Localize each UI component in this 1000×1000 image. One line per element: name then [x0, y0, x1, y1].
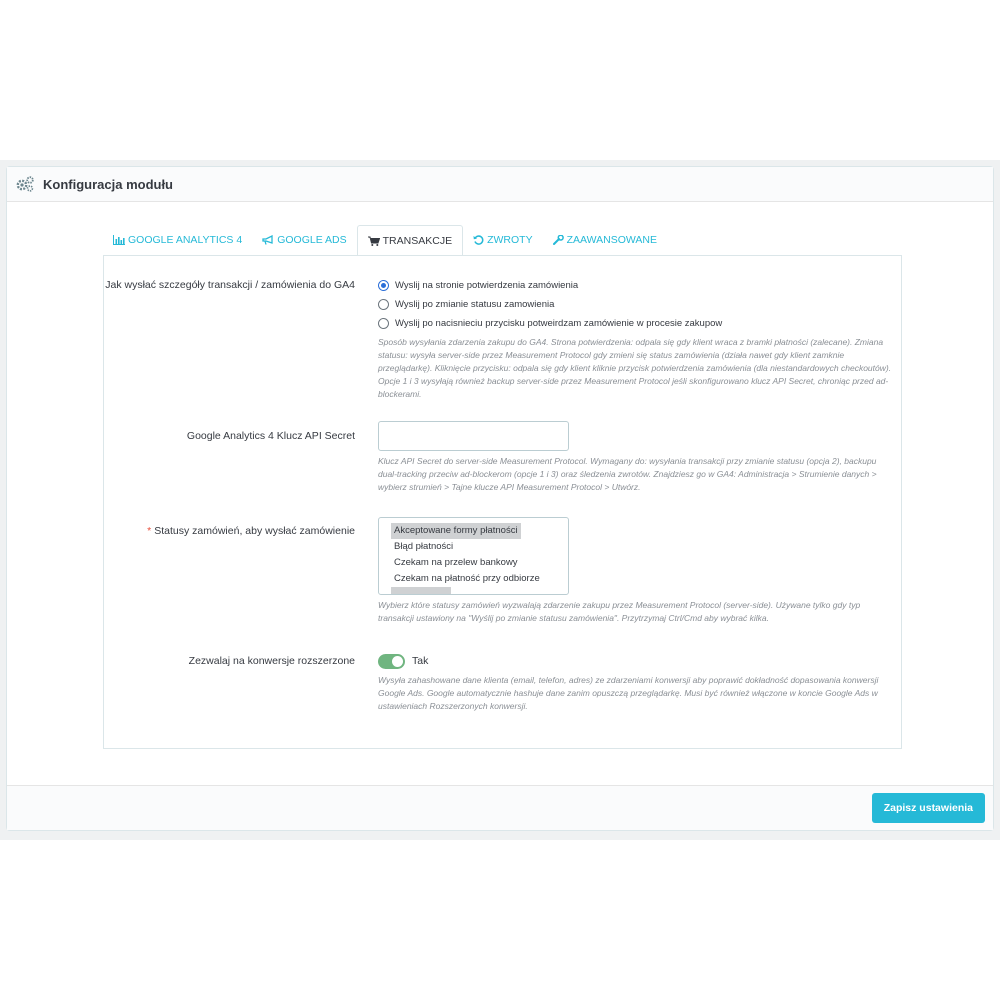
tab-bar: GOOGLE ANALYTICS 4 GOOGLE ADS TRANSAKCJE… — [103, 225, 667, 256]
enhanced-conversions-switch[interactable] — [378, 653, 405, 669]
api-secret-control: Klucz API Secret do server-side Measurem… — [378, 421, 893, 494]
bar-chart-icon — [113, 235, 125, 245]
tab-google-ads[interactable]: GOOGLE ADS — [252, 225, 356, 255]
tab-label: ZWROTY — [487, 234, 533, 246]
radio-button[interactable] — [378, 280, 389, 291]
send-method-option-confirmation[interactable]: Wyslij na stronie potwierdzenia zamówien… — [378, 276, 893, 295]
radio-label: Wyslij po nacisnieciu przycisku potweird… — [395, 318, 723, 329]
switch-value-label: Tak — [412, 655, 429, 667]
save-settings-button[interactable]: Zapisz ustawienia — [871, 793, 985, 823]
api-secret-input[interactable] — [378, 421, 569, 451]
radio-button[interactable] — [378, 318, 389, 329]
bullhorn-icon — [262, 235, 273, 245]
radio-label: Wyslij po zmianie statusu zamowienia — [395, 299, 555, 310]
tab-label: GOOGLE ANALYTICS 4 — [128, 234, 243, 246]
enhanced-conversions-toggle-row[interactable]: Tak — [378, 651, 893, 671]
send-method-label: Jak wysłać szczegóły transakcji / zamówi… — [105, 279, 355, 291]
required-marker: * — [147, 525, 152, 537]
enhanced-conversions-help: Wysyła zahashowane dane klienta (email, … — [378, 675, 879, 711]
radio-button[interactable] — [378, 299, 389, 310]
panel-title: Konfiguracja modułu — [43, 176, 173, 192]
wrench-icon — [552, 235, 564, 245]
status-option[interactable]: Akceptowane formy płatności — [391, 523, 521, 539]
status-option-partial[interactable] — [391, 587, 451, 594]
send-method-option-status-change[interactable]: Wyslij po zmianie statusu zamowienia — [378, 295, 893, 314]
status-option[interactable]: Czekam na płatność przy odbiorze — [391, 571, 543, 587]
enhanced-conversions-label: Zezwalaj na konwersje rozszerzone — [188, 655, 355, 667]
send-method-option-button-click[interactable]: Wyslij po nacisnieciu przycisku potweird… — [378, 314, 893, 333]
panel-footer: Zapisz ustawienia — [7, 785, 993, 830]
tab-zaawansowane[interactable]: ZAAWANSOWANE — [543, 225, 667, 255]
send-method-help: Sposób wysyłania zdarzenia zakupu do GA4… — [378, 337, 892, 399]
tab-content-transakcje: Jak wysłać szczegóły transakcji / zamówi… — [103, 255, 902, 749]
api-secret-help: Klucz API Secret do server-side Measurem… — [378, 456, 877, 492]
send-method-control: Wyslij na stronie potwierdzenia zamówien… — [378, 276, 893, 401]
cogs-icon — [16, 176, 34, 192]
panel-heading: Konfiguracja modułu — [7, 167, 993, 202]
tab-zwroty[interactable]: ZWROTY — [463, 225, 543, 255]
tab-transakcje[interactable]: TRANSAKCJE — [356, 225, 464, 256]
enhanced-conversions-control: Tak Wysyła zahashowane dane klienta (ema… — [378, 651, 893, 713]
tab-label: TRANSAKCJE — [382, 234, 453, 247]
tab-google-analytics-4[interactable]: GOOGLE ANALYTICS 4 — [103, 225, 252, 255]
module-config-panel: Konfiguracja modułu GOOGLE ANALYTICS 4 G… — [6, 166, 994, 831]
statuses-help: Wybierz które statusy zamówień wyzwalają… — [378, 600, 861, 623]
undo-icon — [473, 235, 484, 245]
statuses-label: * Statusy zamówień, aby wysłać zamówienie — [105, 523, 355, 539]
radio-label: Wyslij na stronie potwierdzenia zamówien… — [395, 280, 579, 291]
statuses-control: Akceptowane formy płatności Błąd płatnoś… — [378, 517, 893, 625]
status-option[interactable]: Błąd płatności — [391, 539, 456, 555]
api-secret-label: Google Analytics 4 Klucz API Secret — [186, 430, 355, 442]
statuses-label-text: Statusy zamówień, aby wysłać zamówienie — [154, 525, 355, 537]
order-status-multiselect[interactable]: Akceptowane formy płatności Błąd płatnoś… — [378, 517, 569, 595]
cart-icon — [367, 236, 380, 246]
status-option[interactable]: Czekam na przelew bankowy — [391, 555, 521, 571]
tab-label: ZAAWANSOWANE — [566, 234, 657, 246]
tab-label: GOOGLE ADS — [277, 234, 347, 246]
